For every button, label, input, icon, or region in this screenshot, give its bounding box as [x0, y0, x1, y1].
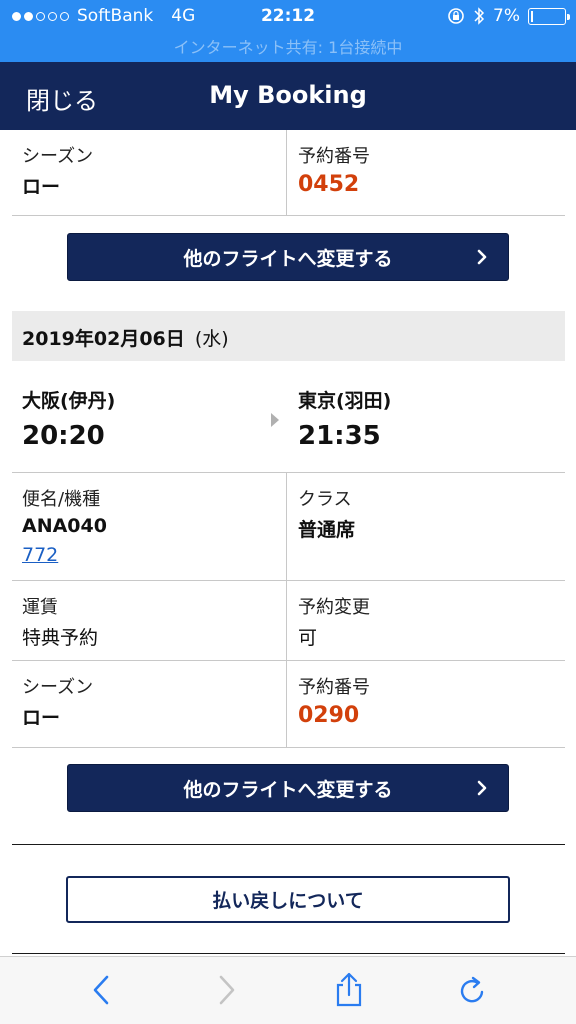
share-icon[interactable] [331, 972, 367, 1008]
fare-change-row: 運賃 特典予約 予約変更 可 [12, 581, 565, 661]
season-value: ロー [22, 176, 61, 198]
battery-percent: 7% [493, 6, 520, 26]
season-label: シーズン [22, 677, 94, 698]
booking-number-label: 予約番号 [298, 146, 370, 167]
booking-change-value: 可 [298, 627, 318, 649]
reload-icon[interactable] [455, 972, 491, 1008]
bluetooth-icon [474, 7, 485, 25]
lock-rotation-icon [448, 8, 464, 24]
browser-toolbar [0, 956, 576, 1024]
divider [12, 953, 565, 954]
flight-class-row: 便名/機種 ANA040 772 クラス 普通席 [12, 473, 565, 581]
booking-number-value: 0290 [298, 703, 360, 728]
forward-icon[interactable] [208, 972, 244, 1008]
divider [12, 844, 565, 845]
season-booking-row: シーズン ロー 予約番号 0290 [12, 661, 565, 748]
booking-change-label: 予約変更 [298, 597, 370, 618]
booking-number-value: 0452 [298, 172, 360, 197]
season-label: シーズン [22, 146, 94, 167]
back-icon[interactable] [84, 972, 120, 1008]
close-button[interactable]: 閉じる [26, 81, 98, 116]
departure-airport: 大阪(伊丹) [22, 390, 116, 412]
flight-label: 便名/機種 [22, 489, 101, 510]
class-label: クラス [298, 489, 352, 510]
nav-bar: 閉じる My Booking [0, 62, 576, 130]
flight-date-header: 2019年02月06日 (水) [12, 311, 565, 361]
fare-value: 特典予約 [22, 627, 99, 649]
flight-date: 2019年02月06日 [22, 328, 185, 350]
battery-icon [528, 7, 570, 25]
class-value: 普通席 [298, 519, 356, 541]
booking-number-label: 予約番号 [298, 677, 370, 698]
season-booking-row: シーズン ロー 予約番号 0452 [12, 130, 565, 216]
change-flight-label: 他のフライトへ変更する [183, 778, 393, 801]
change-flight-label: 他のフライトへ変更する [183, 247, 393, 270]
route-row: 大阪(伊丹) 20:20 東京(羽田) 21:35 [12, 361, 565, 473]
flight-weekday: (水) [194, 328, 229, 350]
refund-info-button[interactable]: 払い戻しについて [66, 876, 510, 923]
flight-number: ANA040 [22, 515, 107, 537]
season-value: ロー [22, 707, 61, 729]
change-flight-button[interactable]: 他のフライトへ変更する [67, 233, 509, 281]
aircraft-link[interactable]: 772 [22, 544, 58, 566]
refund-info-label: 払い戻しについて [212, 890, 364, 912]
status-bar: SoftBank 4G 22:12 7% インターネット共有: 1台接続中 [0, 0, 576, 62]
arrival-time: 21:35 [298, 421, 381, 451]
chevron-right-icon [477, 249, 487, 265]
departure-time: 20:20 [22, 421, 105, 451]
booking-content[interactable]: シーズン ロー 予約番号 0452 他のフライトへ変更する 2019年02月06… [0, 130, 576, 956]
change-flight-button[interactable]: 他のフライトへ変更する [67, 764, 509, 812]
route-arrow-icon [271, 413, 279, 427]
arrival-airport: 東京(羽田) [298, 390, 392, 412]
chevron-right-icon [477, 780, 487, 796]
hotspot-banner[interactable]: インターネット共有: 1台接続中 [0, 34, 576, 58]
fare-label: 運賃 [22, 597, 58, 618]
